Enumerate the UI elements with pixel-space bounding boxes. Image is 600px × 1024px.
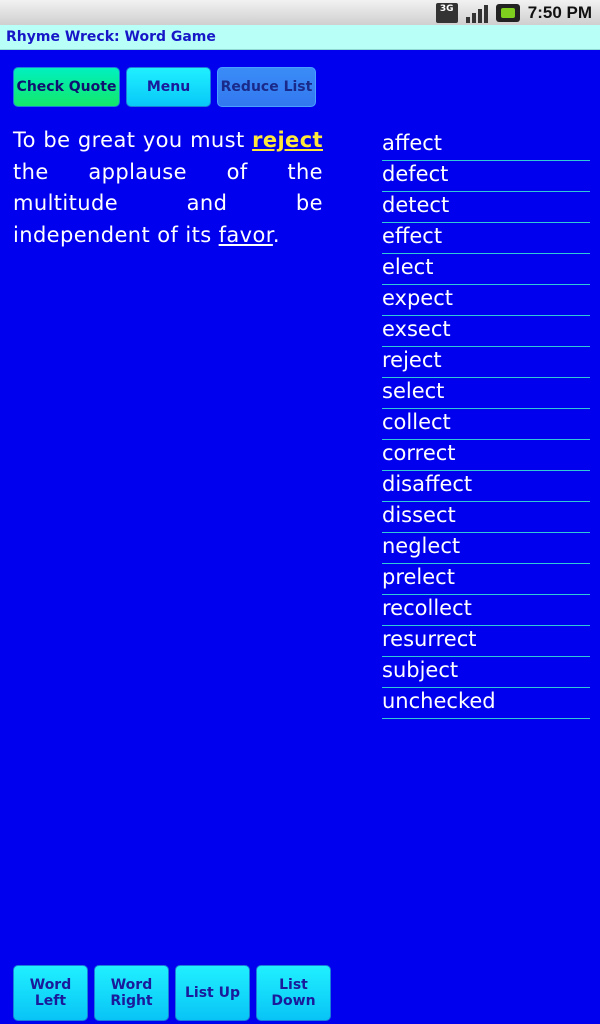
quote-text: To be great you must reject the applause… <box>13 125 323 251</box>
menu-button[interactable]: Menu <box>126 67 211 107</box>
word-list-item[interactable]: prelect <box>382 564 590 595</box>
list-down-label-1: List <box>279 977 308 993</box>
reduce-list-button[interactable]: Reduce List <box>217 67 316 107</box>
quote-part-3: . <box>272 222 280 247</box>
word-list-item[interactable]: dissect <box>382 502 590 533</box>
word-list-item[interactable]: exsect <box>382 316 590 347</box>
word-list-item[interactable]: collect <box>382 409 590 440</box>
rhyme-word-list: affect defect detect effect elect expect… <box>382 130 590 719</box>
word-list-item[interactable]: disaffect <box>382 471 590 502</box>
word-list-item[interactable]: effect <box>382 223 590 254</box>
word-list-item[interactable]: elect <box>382 254 590 285</box>
word-right-label-1: Word <box>110 977 153 993</box>
word-list-item[interactable]: neglect <box>382 533 590 564</box>
check-quote-button[interactable]: Check Quote <box>13 67 120 107</box>
list-down-label-2: Down <box>271 993 316 1009</box>
word-list-item[interactable]: subject <box>382 657 590 688</box>
status-time: 7:50 PM <box>527 2 592 22</box>
list-down-button[interactable]: List Down <box>256 965 331 1021</box>
battery-icon <box>495 3 520 22</box>
app-title-bar: Rhyme Wreck: Word Game <box>0 25 600 50</box>
word-list-item[interactable]: select <box>382 378 590 409</box>
word-list-item[interactable]: unchecked <box>382 688 590 719</box>
word-right-button[interactable]: Word Right <box>94 965 169 1021</box>
word-list-item[interactable]: affect <box>382 130 590 161</box>
quote-underlined-word[interactable]: favor <box>219 223 273 247</box>
list-up-button[interactable]: List Up <box>175 965 250 1021</box>
quote-target-word[interactable]: reject <box>252 128 323 152</box>
word-list-item[interactable]: correct <box>382 440 590 471</box>
network-3g-icon: 3G <box>435 2 458 23</box>
list-up-label: List Up <box>184 985 240 1001</box>
word-left-label-1: Word <box>29 977 72 993</box>
word-left-label-2: Left <box>34 993 67 1009</box>
word-list-item[interactable]: detect <box>382 192 590 223</box>
word-left-button[interactable]: Word Left <box>13 965 88 1021</box>
word-list-item[interactable]: defect <box>382 161 590 192</box>
app-title: Rhyme Wreck: Word Game <box>6 29 216 45</box>
word-list-item[interactable]: resurrect <box>382 626 590 657</box>
signal-strength-icon <box>465 3 488 23</box>
word-right-label-2: Right <box>110 993 153 1009</box>
quote-part-1: To be great you must <box>13 128 253 152</box>
word-list-item[interactable]: recollect <box>382 595 590 626</box>
word-list-item[interactable]: reject <box>382 347 590 378</box>
status-bar: 3G 7:50 PM <box>0 0 600 25</box>
word-list-item[interactable]: expect <box>382 285 590 316</box>
